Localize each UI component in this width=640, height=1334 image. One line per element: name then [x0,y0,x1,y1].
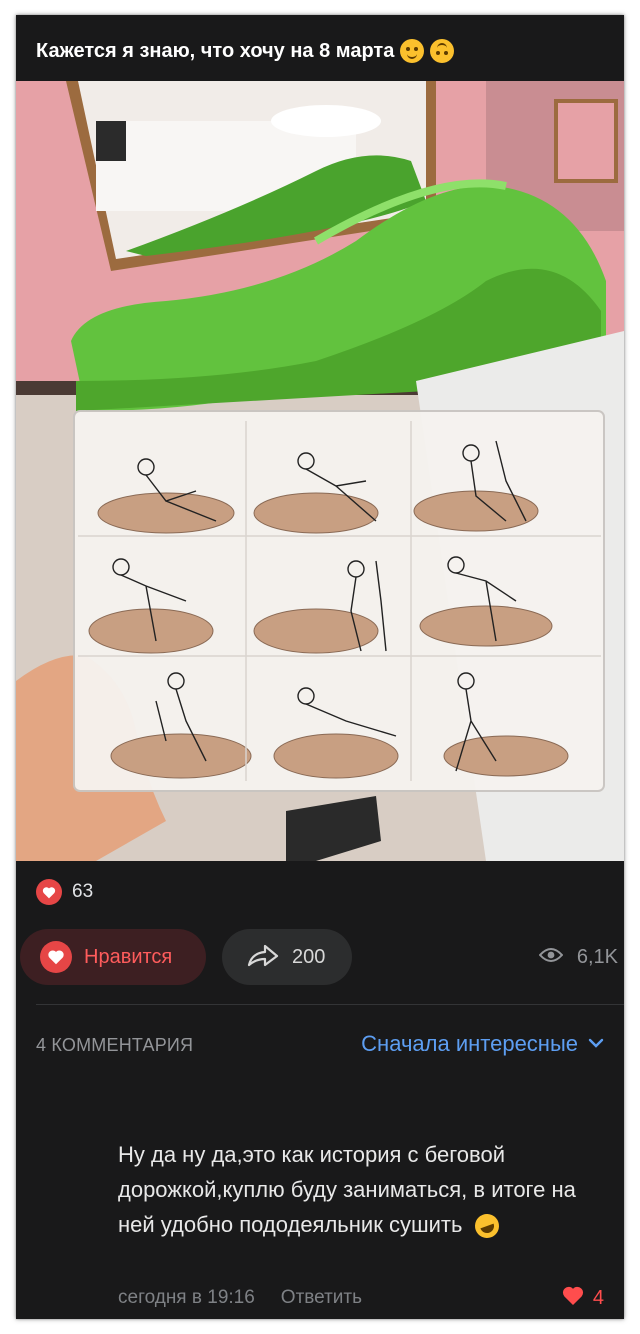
rolling-laughing-emoji-icon [471,1210,502,1242]
post-title: Кажется я знаю, что хочу на 8 марта [36,31,455,71]
eye-icon [538,947,564,968]
comment-text: Ну да ну да,это как история с беговой до… [118,1137,618,1242]
comments-header: 4 КОММЕНТАРИЯ Сначала интересные [36,1031,604,1061]
comment-like-count: 4 [592,1286,604,1309]
like-button-label: Нравится [84,945,173,968]
views-count: 6,1K [576,945,618,968]
comment-time: сегодня в 19:16 [118,1287,255,1308]
reply-button[interactable]: Ответить [281,1287,362,1309]
heart-icon [40,941,72,973]
chevron-down-icon [588,1035,604,1053]
comment-meta: сегодня в 19:16 Ответить [118,1287,362,1309]
likes-summary: 63 [36,879,93,905]
upside-down-emoji-icon [430,39,455,63]
comment-item: Ну да ну да,это как история с беговой до… [118,1137,618,1242]
sort-label: Сначала интересные [361,1031,578,1056]
heart-icon [36,879,62,905]
comment-body: Ну да ну да,это как история с беговой до… [118,1142,576,1237]
views-counter: 6,1K [538,929,618,985]
post-card: Кажется я знаю, что хочу на 8 марта 63 Н… [16,15,624,1319]
post-actions: Нравится 200 6,1K [20,929,624,985]
comments-count: 4 КОММЕНТАРИЯ [36,1035,194,1055]
comments-sort-dropdown[interactable]: Сначала интересные [361,1031,604,1057]
like-button[interactable]: Нравится [20,929,206,985]
likes-count: 63 [72,881,94,902]
heart-icon [561,1285,585,1311]
share-button[interactable]: 200 [222,929,352,985]
share-count: 200 [292,945,326,968]
divider [36,1004,624,1005]
comment-like-button[interactable]: 4 [561,1285,604,1311]
post-title-text: Кажется я знаю, что хочу на 8 марта [36,40,395,62]
smirk-emoji-icon [400,39,425,63]
post-photo[interactable] [16,81,624,861]
share-arrow-icon [246,942,280,973]
